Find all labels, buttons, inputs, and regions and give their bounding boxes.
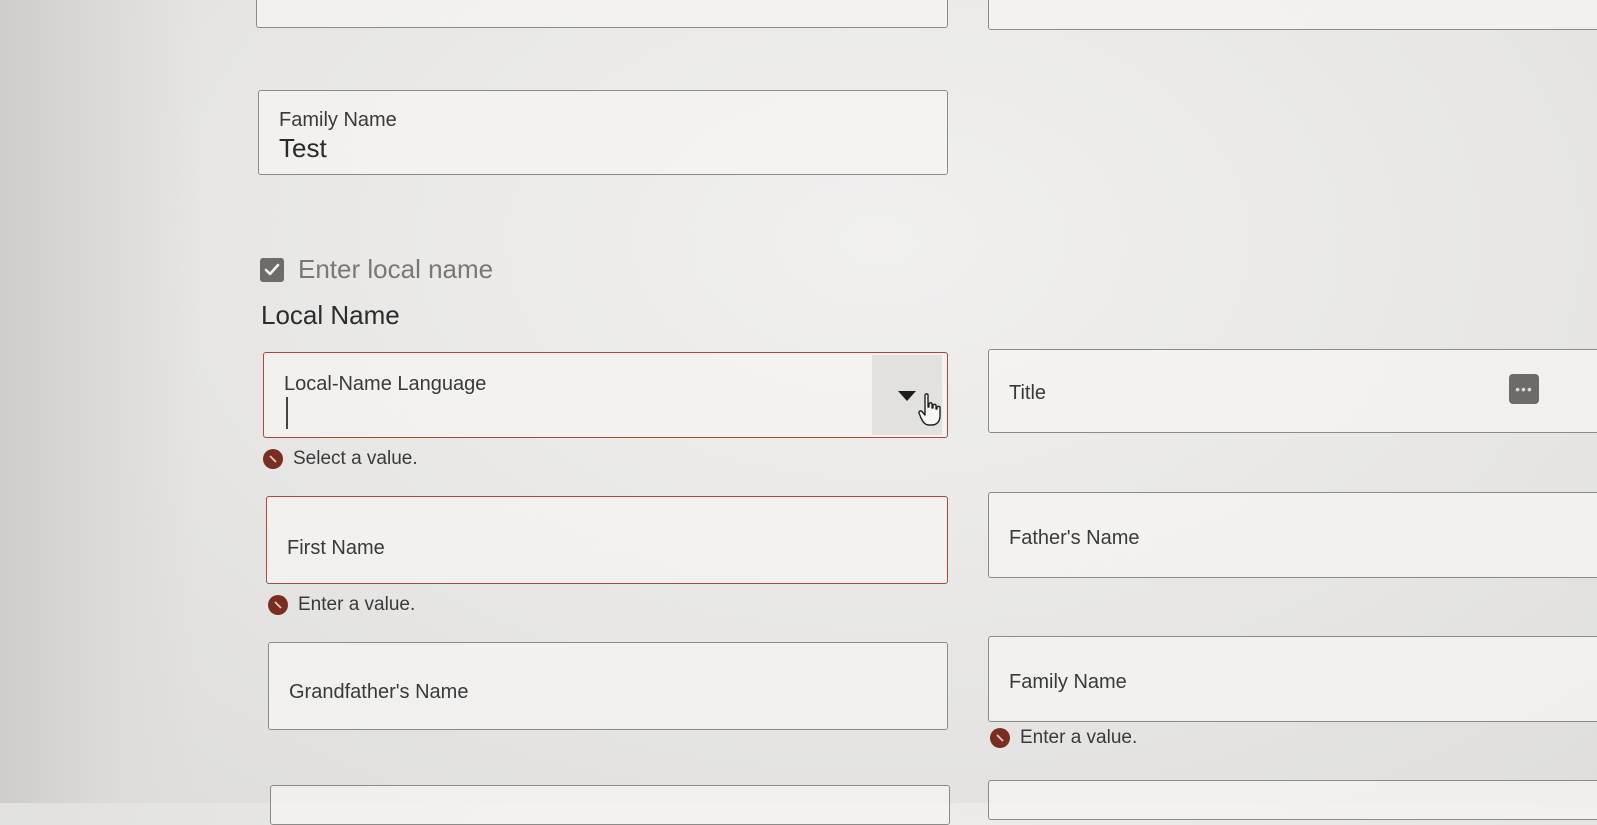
title-field[interactable]: Title ••• xyxy=(988,349,1597,433)
local-name-heading: Local Name xyxy=(261,300,400,330)
enter-local-name-row[interactable]: Enter local name xyxy=(260,254,493,285)
local-family-name-error-text: Enter a value. xyxy=(1020,727,1138,748)
first-name-field[interactable]: First Name xyxy=(266,496,948,584)
enter-local-name-checkbox[interactable] xyxy=(260,257,284,282)
field-top-right-cutoff[interactable] xyxy=(988,0,1597,30)
local-name-language-error: Select a value. xyxy=(263,448,418,470)
family-name-field[interactable]: Family Name Test xyxy=(258,90,948,175)
local-name-language-label: Local-Name Language xyxy=(284,373,487,395)
local-family-name-label: Family Name xyxy=(1009,671,1127,693)
field-top-left-cutoff[interactable] xyxy=(256,0,948,28)
fathers-name-label: Father's Name xyxy=(1009,527,1140,549)
field-bottom-left-cutoff[interactable] xyxy=(270,785,950,825)
local-name-language-select[interactable]: Local-Name Language xyxy=(263,352,948,438)
field-bottom-right-cutoff[interactable] xyxy=(988,780,1597,820)
error-icon xyxy=(990,728,1010,748)
error-icon xyxy=(268,595,288,615)
grandfathers-name-label: Grandfather's Name xyxy=(289,681,469,703)
hand-pointer-icon xyxy=(918,393,941,426)
first-name-error-text: Enter a value. xyxy=(298,594,416,615)
first-name-error: Enter a value. xyxy=(268,594,415,616)
family-name-label: Family Name xyxy=(279,109,397,131)
form-area: Family Name Test Enter local name Local … xyxy=(0,0,1597,825)
local-name-language-error-text: Select a value. xyxy=(293,448,418,469)
title-label: Title xyxy=(1009,382,1047,404)
enter-local-name-label: Enter local name xyxy=(298,254,494,284)
fathers-name-field[interactable]: Father's Name xyxy=(988,492,1597,578)
error-icon xyxy=(263,449,283,469)
first-name-label: First Name xyxy=(287,537,385,559)
local-family-name-field[interactable]: Family Name xyxy=(988,636,1597,722)
grandfathers-name-field[interactable]: Grandfather's Name xyxy=(268,642,948,730)
chevron-down-icon xyxy=(898,391,916,401)
family-name-value: Test xyxy=(279,133,327,163)
checkmark-icon xyxy=(264,263,280,275)
local-family-name-error: Enter a value. xyxy=(990,727,1137,749)
text-cursor xyxy=(286,397,288,429)
ellipsis-icon[interactable]: ••• xyxy=(1509,374,1539,404)
